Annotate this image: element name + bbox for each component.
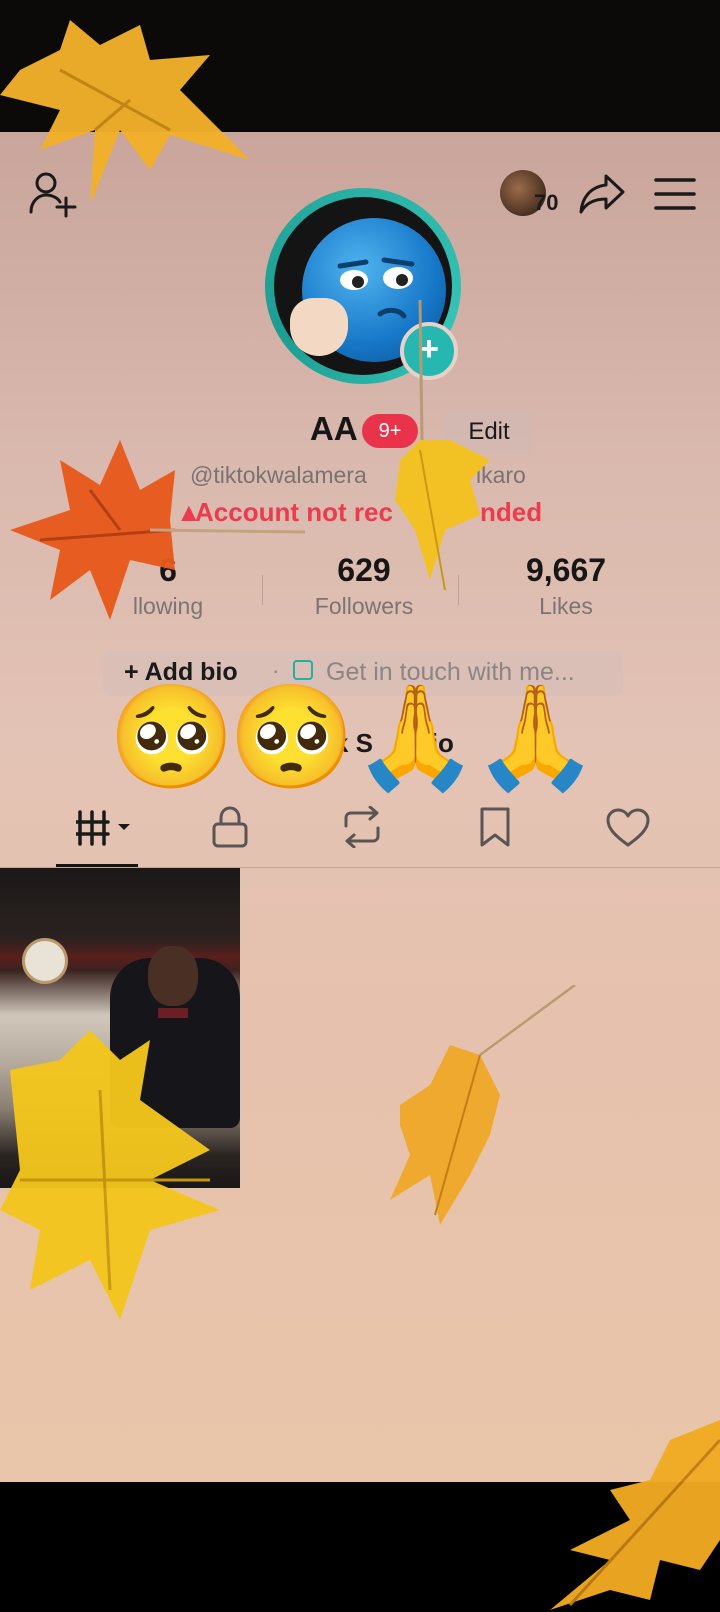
bookmark-icon[interactable] <box>478 806 512 848</box>
maple-leaf-decoration <box>0 430 310 635</box>
clock-icon <box>22 938 68 984</box>
avatar-hand <box>290 298 348 356</box>
contact-icon <box>293 660 313 680</box>
pleading-face-emoji: 🥺 <box>228 680 356 794</box>
lock-icon[interactable] <box>210 806 250 848</box>
maple-leaf-decoration <box>550 1420 720 1612</box>
maple-leaf-decoration <box>0 10 260 205</box>
pleading-face-emoji: 🥺 <box>108 680 236 794</box>
likes-label: Likes <box>539 593 593 619</box>
grid-icon[interactable] <box>76 808 134 848</box>
folded-hands-emoji: 🙏 <box>352 680 480 794</box>
screen: 70 + AA 9+ Edit @tiktokwalamera ikaro ▲ … <box>0 0 720 1612</box>
menu-icon[interactable] <box>654 176 696 212</box>
username: AA <box>310 410 358 447</box>
maple-leaf-decoration <box>0 1030 230 1335</box>
thumbnail-bowtie <box>158 1008 188 1018</box>
thumbnail-head <box>148 946 198 1006</box>
maple-leaf-decoration <box>390 983 580 1230</box>
visitor-count: 70 <box>534 190 559 215</box>
maple-leaf-decoration <box>390 299 510 615</box>
heart-icon[interactable] <box>606 808 650 848</box>
repost-icon[interactable] <box>340 806 384 848</box>
folded-hands-emoji: 🙏 <box>472 680 600 794</box>
likes-count[interactable]: 9,667 <box>486 552 646 589</box>
share-icon[interactable] <box>578 172 626 216</box>
